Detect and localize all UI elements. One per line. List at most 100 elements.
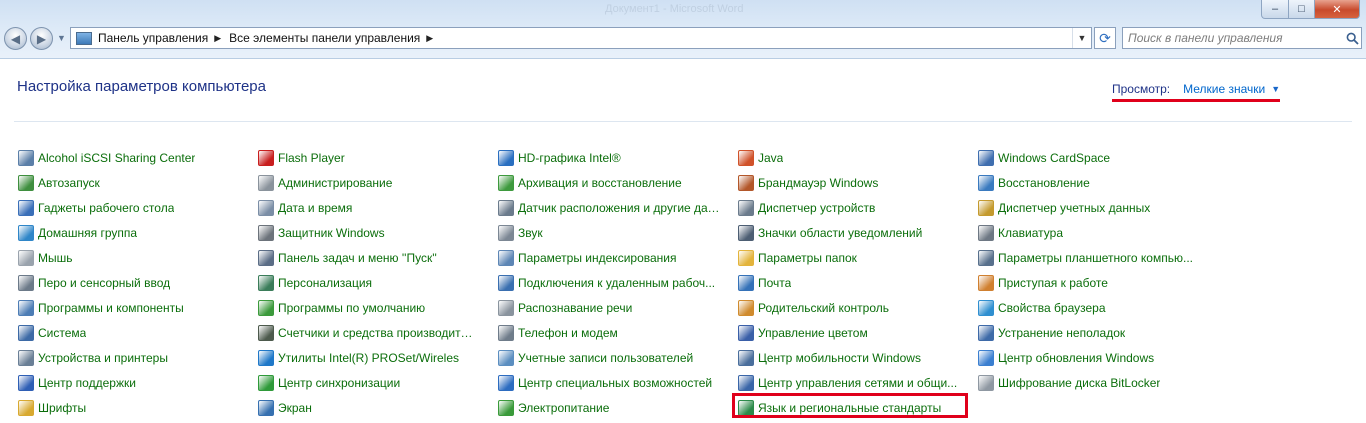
control-panel-item[interactable]: Центр мобильности Windows xyxy=(738,345,960,370)
control-panel-item[interactable]: Центр поддержки xyxy=(18,370,233,395)
control-panel-item[interactable]: Параметры планшетного компью... xyxy=(978,245,1200,270)
view-by-selector[interactable]: Просмотр: Мелкие значки ▼ xyxy=(1112,82,1281,102)
address-bar[interactable]: Панель управления ▶ Все элементы панели … xyxy=(70,27,1092,49)
search-input[interactable] xyxy=(1123,28,1343,48)
control-panel-item[interactable]: Диспетчер устройств xyxy=(738,195,960,220)
control-panel-item[interactable]: Значки области уведомлений xyxy=(738,220,960,245)
arrow-right-icon: ▶ xyxy=(36,31,47,46)
forward-button[interactable]: ▶ xyxy=(30,27,53,50)
search-box[interactable] xyxy=(1122,27,1362,49)
control-panel-item[interactable]: Распознавание речи xyxy=(498,295,720,320)
control-panel-item[interactable]: Утилиты Intel(R) PROSet/Wireles xyxy=(258,345,473,370)
control-panel-item[interactable]: Центр специальных возможностей xyxy=(498,370,720,395)
control-panel-item-label: Автозапуск xyxy=(38,175,100,190)
control-panel-item[interactable]: Экран xyxy=(258,395,473,420)
keyboard-icon xyxy=(978,224,994,241)
control-panel-item[interactable]: Учетные записи пользователей xyxy=(498,345,720,370)
control-panel-item[interactable]: Java xyxy=(738,145,960,170)
control-panel-item[interactable]: Перо и сенсорный ввод xyxy=(18,270,233,295)
action-center-flag-icon xyxy=(18,374,34,391)
recent-pages-dropdown[interactable]: ▼ xyxy=(57,33,66,43)
control-panel-item[interactable]: HD-графика Intel® xyxy=(498,145,720,170)
control-panel-item-label: Java xyxy=(758,150,784,165)
control-panel-item-label: Электропитание xyxy=(518,400,610,415)
control-panel-item[interactable]: Система xyxy=(18,320,233,345)
control-panel-item[interactable]: Windows CardSpace xyxy=(978,145,1200,170)
firewall-icon xyxy=(738,174,754,191)
control-panel-item[interactable]: Параметры папок xyxy=(738,245,960,270)
control-panel-item[interactable]: Дата и время xyxy=(258,195,473,220)
minimize-button[interactable]: – xyxy=(1261,0,1289,19)
control-panel-item[interactable]: Автозапуск xyxy=(18,170,233,195)
control-panel-item[interactable]: Свойства браузера xyxy=(978,295,1200,320)
control-panel-item-label: Центр мобильности Windows xyxy=(758,350,921,365)
address-dropdown-button[interactable]: ▼ xyxy=(1072,28,1091,48)
control-panel-item[interactable]: Программы по умолчанию xyxy=(258,295,473,320)
pen-touch-icon xyxy=(18,274,34,291)
control-panel-item[interactable]: Администрирование xyxy=(258,170,473,195)
mail-icon xyxy=(738,274,754,291)
control-panel-item[interactable]: Устройства и принтеры xyxy=(18,345,233,370)
control-panel-item[interactable]: Защитник Windows xyxy=(258,220,473,245)
control-panel-item[interactable]: Шрифты xyxy=(18,395,233,420)
breadcrumb-separator-icon[interactable]: ▶ xyxy=(214,33,221,44)
control-panel-item[interactable]: Родительский контроль xyxy=(738,295,960,320)
folder-options-icon xyxy=(738,249,754,266)
control-panel-item[interactable]: Брандмауэр Windows xyxy=(738,170,960,195)
control-panel-item-label: Windows CardSpace xyxy=(998,150,1111,165)
control-panel-item[interactable]: Flash Player xyxy=(258,145,473,170)
control-panel-item-label: Учетные записи пользователей xyxy=(518,350,694,365)
view-by-value-link[interactable]: Мелкие значки xyxy=(1183,82,1265,96)
control-panel-item[interactable]: Alcohol iSCSI Sharing Center xyxy=(18,145,233,170)
control-panel-item[interactable]: Подключения к удаленным рабоч... xyxy=(498,270,720,295)
color-management-icon xyxy=(738,324,754,341)
control-panel-item[interactable]: Клавиатура xyxy=(978,220,1200,245)
control-panel-item[interactable]: Программы и компоненты xyxy=(18,295,233,320)
refresh-button[interactable]: ⟳ xyxy=(1094,27,1116,49)
alcohol-iscsi-icon xyxy=(18,149,34,166)
windows-update-icon xyxy=(978,349,994,366)
control-panel-item[interactable]: Датчик расположения и другие дат... xyxy=(498,195,720,220)
control-panel-item-label: Перо и сенсорный ввод xyxy=(38,275,171,290)
breadcrumb-separator-icon[interactable]: ▶ xyxy=(426,33,433,44)
control-panel-item[interactable]: Телефон и модем xyxy=(498,320,720,345)
gadgets-icon xyxy=(18,199,34,216)
control-panel-item-label: Параметры папок xyxy=(758,250,857,265)
control-panel-item-label: Система xyxy=(38,325,87,340)
ease-of-access-icon xyxy=(498,374,514,391)
arrow-left-icon: ◀ xyxy=(10,31,21,46)
breadcrumb-control-panel[interactable]: Панель управления ▶ xyxy=(98,31,229,45)
control-panel-item[interactable]: Электропитание xyxy=(498,395,720,420)
control-panel-item[interactable]: Восстановление xyxy=(978,170,1200,195)
control-panel-item[interactable]: Приступая к работе xyxy=(978,270,1200,295)
control-panel-item[interactable]: Мышь xyxy=(18,245,233,270)
close-button[interactable]: ✕ xyxy=(1315,0,1360,19)
credential-manager-icon xyxy=(978,199,994,216)
breadcrumb-all-items[interactable]: Все элементы панели управления ▶ xyxy=(229,31,441,45)
control-panel-item[interactable]: Домашняя группа xyxy=(18,220,233,245)
dropdown-arrow-icon[interactable]: ▼ xyxy=(1271,84,1280,94)
control-panel-icon xyxy=(76,31,92,45)
control-panel-item[interactable]: Персонализация xyxy=(258,270,473,295)
back-button[interactable]: ◀ xyxy=(4,27,27,50)
control-panel-item[interactable]: Шифрование диска BitLocker xyxy=(978,370,1200,395)
control-panel-item[interactable]: Центр синхронизации xyxy=(258,370,473,395)
control-panel-item[interactable]: Центр обновления Windows xyxy=(978,345,1200,370)
control-panel-item[interactable]: Управление цветом xyxy=(738,320,960,345)
mobility-center-icon xyxy=(738,349,754,366)
control-panel-item[interactable]: Счетчики и средства производител... xyxy=(258,320,473,345)
control-panel-item-label: Брандмауэр Windows xyxy=(758,175,879,190)
search-icon[interactable] xyxy=(1343,32,1361,45)
control-panel-item[interactable]: Диспетчер учетных данных xyxy=(978,195,1200,220)
control-panel-item[interactable]: Параметры индексирования xyxy=(498,245,720,270)
control-panel-item[interactable]: Гаджеты рабочего стола xyxy=(18,195,233,220)
control-panel-item[interactable]: Устранение неполадок xyxy=(978,320,1200,345)
control-panel-item[interactable]: Звук xyxy=(498,220,720,245)
control-panel-item-label: Центр поддержки xyxy=(38,375,136,390)
maximize-button[interactable]: □ xyxy=(1289,0,1315,19)
control-panel-item[interactable]: Почта xyxy=(738,270,960,295)
control-panel-item[interactable]: Центр управления сетями и общи... xyxy=(738,370,960,395)
items-column: Windows CardSpace Восстановление Диспетчер… xyxy=(978,145,1200,395)
control-panel-item[interactable]: Панель задач и меню ''Пуск'' xyxy=(258,245,473,270)
control-panel-item[interactable]: Архивация и восстановление xyxy=(498,170,720,195)
